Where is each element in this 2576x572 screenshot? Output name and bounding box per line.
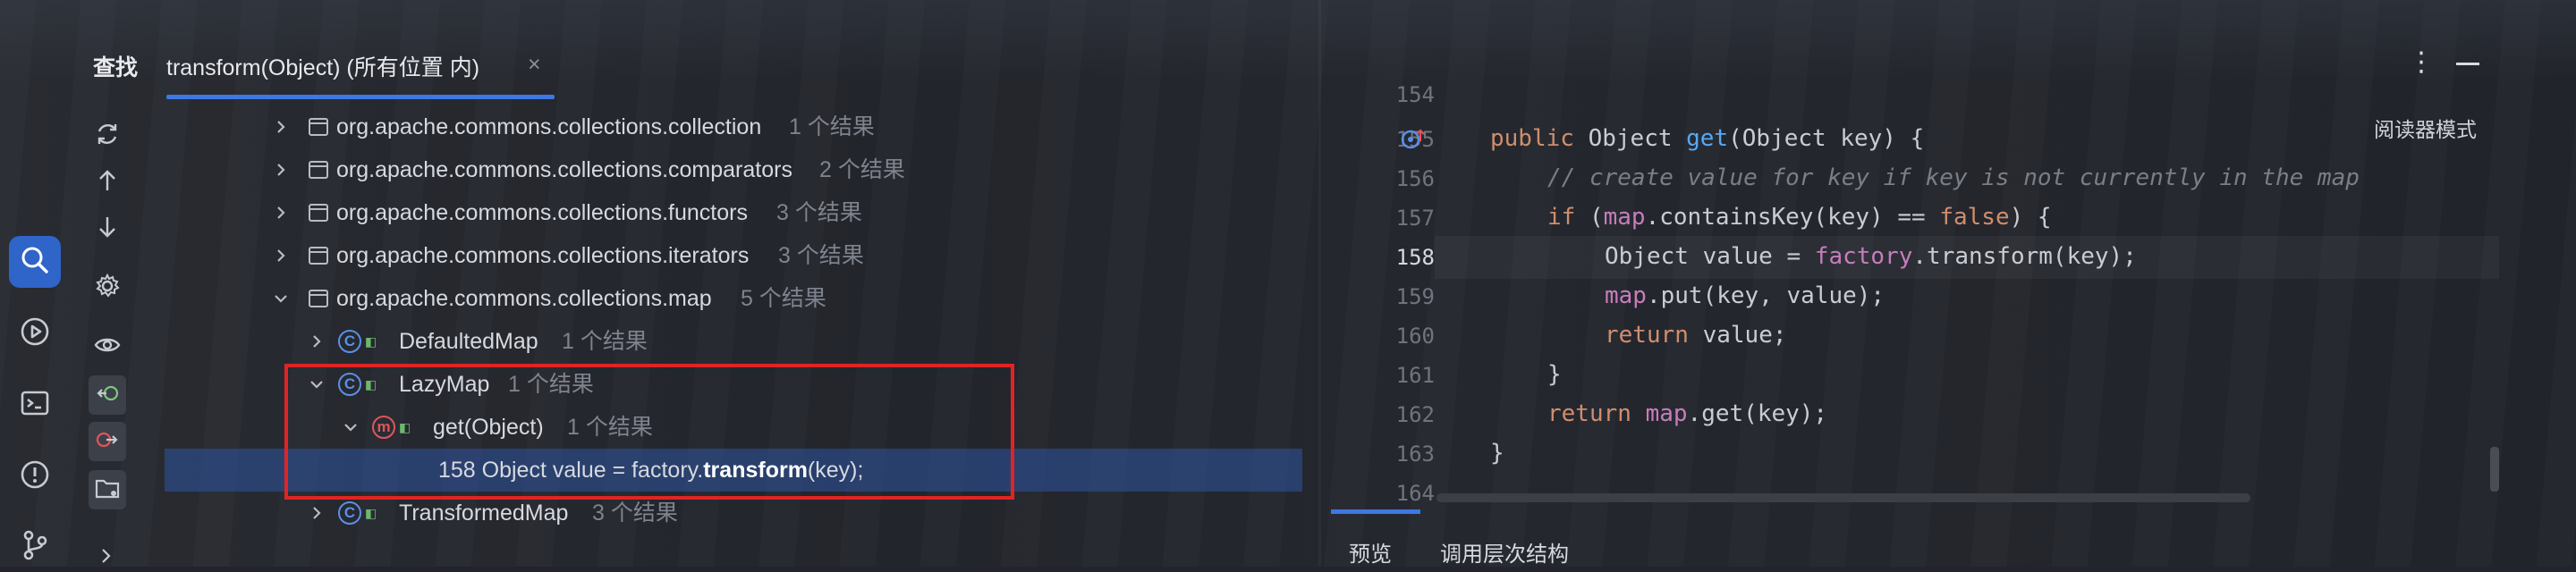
package-icon	[308, 191, 331, 234]
tab-preview[interactable]: 预览	[1349, 536, 1392, 568]
run-icon	[19, 315, 51, 352]
result-count: 3 个结果	[776, 200, 862, 225]
package-label: org.apache.commons.collections.comparato…	[336, 157, 792, 182]
previous-occurrence-button[interactable]	[86, 163, 129, 202]
arrow-down-icon	[94, 214, 121, 245]
line-number: 160	[1395, 324, 1435, 349]
refresh-icon	[94, 121, 121, 152]
read-access-icon	[95, 381, 120, 410]
highlight-annotation-box	[284, 364, 1014, 500]
override-gutter-icon[interactable]	[1401, 127, 1428, 156]
tree-row-package[interactable]: org.apache.commons.collections.comparato…	[166, 148, 1302, 191]
vertical-scrollbar[interactable]	[2490, 447, 2499, 492]
group-by-directory-button[interactable]	[89, 470, 126, 509]
panel-divider	[1318, 0, 1321, 567]
rerun-button[interactable]	[86, 116, 129, 156]
code-line-158: Object value = factory.transform(key);	[1605, 243, 2137, 270]
tree-row-class[interactable]: C ◧ DefaultedMap 1 个结果	[166, 320, 1302, 363]
tree-row-package[interactable]: org.apache.commons.collections.map 5 个结果	[166, 277, 1302, 320]
package-label: org.apache.commons.collections.map	[336, 286, 712, 311]
gear-icon	[94, 273, 121, 304]
arrow-up-icon	[94, 167, 121, 198]
result-count: 2 个结果	[819, 157, 905, 182]
package-label: org.apache.commons.collections.iterators	[336, 243, 750, 268]
line-number: 157	[1395, 206, 1435, 231]
tree-row-package[interactable]: org.apache.commons.collections.iterators…	[166, 234, 1302, 277]
tree-row-package[interactable]: org.apache.commons.collections.collectio…	[166, 105, 1302, 148]
active-tab-indicator	[166, 95, 555, 99]
find-panel-title: 查找	[93, 55, 139, 80]
eye-icon	[93, 332, 122, 363]
terminal-icon	[19, 387, 51, 424]
next-occurrence-button[interactable]	[86, 209, 129, 248]
chevron-right-icon[interactable]	[272, 105, 290, 148]
line-number: 164	[1395, 481, 1435, 506]
show-read-access-button[interactable]	[89, 375, 126, 415]
line-number: 159	[1395, 284, 1435, 309]
package-icon	[308, 105, 331, 148]
chevron-right-icon[interactable]	[308, 320, 326, 363]
line-number: 162	[1395, 402, 1435, 427]
public-lock-icon: ◧	[365, 334, 377, 349]
class-icon: C	[338, 320, 361, 363]
result-count: 1 个结果	[562, 329, 648, 354]
activity-bar	[0, 197, 72, 567]
tree-row-package[interactable]: org.apache.commons.collections.functors …	[166, 191, 1302, 234]
class-label: DefaultedMap	[399, 329, 538, 354]
code-line-157: if (map.containsKey(key) == false) {	[1547, 204, 2052, 231]
chevron-right-icon[interactable]	[272, 191, 290, 234]
git-tool-button[interactable]	[9, 520, 61, 572]
result-count: 3 个结果	[778, 243, 864, 268]
tab-call-hierarchy[interactable]: 调用层次结构	[1440, 536, 1569, 568]
write-access-icon	[95, 427, 120, 457]
package-label: org.apache.commons.collections.collectio…	[336, 114, 762, 139]
chevron-right-icon[interactable]	[272, 148, 290, 191]
result-count: 5 个结果	[741, 286, 826, 311]
result-count: 1 个结果	[789, 114, 875, 139]
expand-more-icon[interactable]	[100, 547, 113, 569]
code-line-156: // create value for key if key is not cu…	[1547, 164, 2360, 191]
line-number: 154	[1395, 82, 1435, 107]
package-label: org.apache.commons.collections.functors	[336, 200, 748, 225]
folder-icon	[94, 475, 121, 505]
package-icon	[308, 277, 331, 320]
active-tab-indicator	[1331, 509, 1420, 514]
line-number: 161	[1395, 363, 1435, 388]
horizontal-scrollbar[interactable]	[1436, 493, 2250, 502]
code-line-159: map.put(key, value);	[1605, 282, 1885, 309]
reader-mode-toggle[interactable]: 阅读器模式	[2374, 113, 2477, 143]
git-branch-icon	[19, 528, 51, 565]
run-tool-button[interactable]	[9, 307, 61, 359]
chevron-right-icon[interactable]	[272, 234, 290, 277]
problems-tool-button[interactable]	[9, 450, 61, 502]
search-tool-button[interactable]	[9, 236, 61, 288]
bottom-tab-bar: 预览 调用层次结构	[1329, 509, 2510, 567]
package-icon	[308, 234, 331, 277]
code-line-162: return map.get(key);	[1547, 400, 1828, 427]
problems-icon	[19, 458, 51, 495]
tab-find-results[interactable]: transform(Object) (所有位置 内) ×	[166, 50, 555, 97]
preview-toggle-button[interactable]	[86, 327, 129, 366]
line-number: 158	[1395, 245, 1435, 270]
search-icon	[20, 245, 50, 280]
code-line-161: }	[1547, 361, 1562, 388]
tab-label: transform(Object) (所有位置 内)	[166, 55, 480, 80]
close-tab-icon[interactable]: ×	[528, 52, 541, 78]
more-options-icon[interactable]: ⋮	[2408, 46, 2438, 78]
chevron-down-icon[interactable]	[272, 277, 290, 320]
line-number: 156	[1395, 166, 1435, 191]
terminal-tool-button[interactable]	[9, 379, 61, 431]
code-line-155: public Object get(Object key) {	[1490, 125, 1925, 152]
minimize-icon[interactable]	[2456, 63, 2479, 65]
package-icon	[308, 148, 331, 191]
show-write-access-button[interactable]	[89, 422, 126, 461]
code-line-163: }	[1490, 440, 1504, 467]
settings-button[interactable]	[86, 268, 129, 307]
code-line-160: return value;	[1605, 322, 1787, 349]
line-number: 163	[1395, 442, 1435, 467]
